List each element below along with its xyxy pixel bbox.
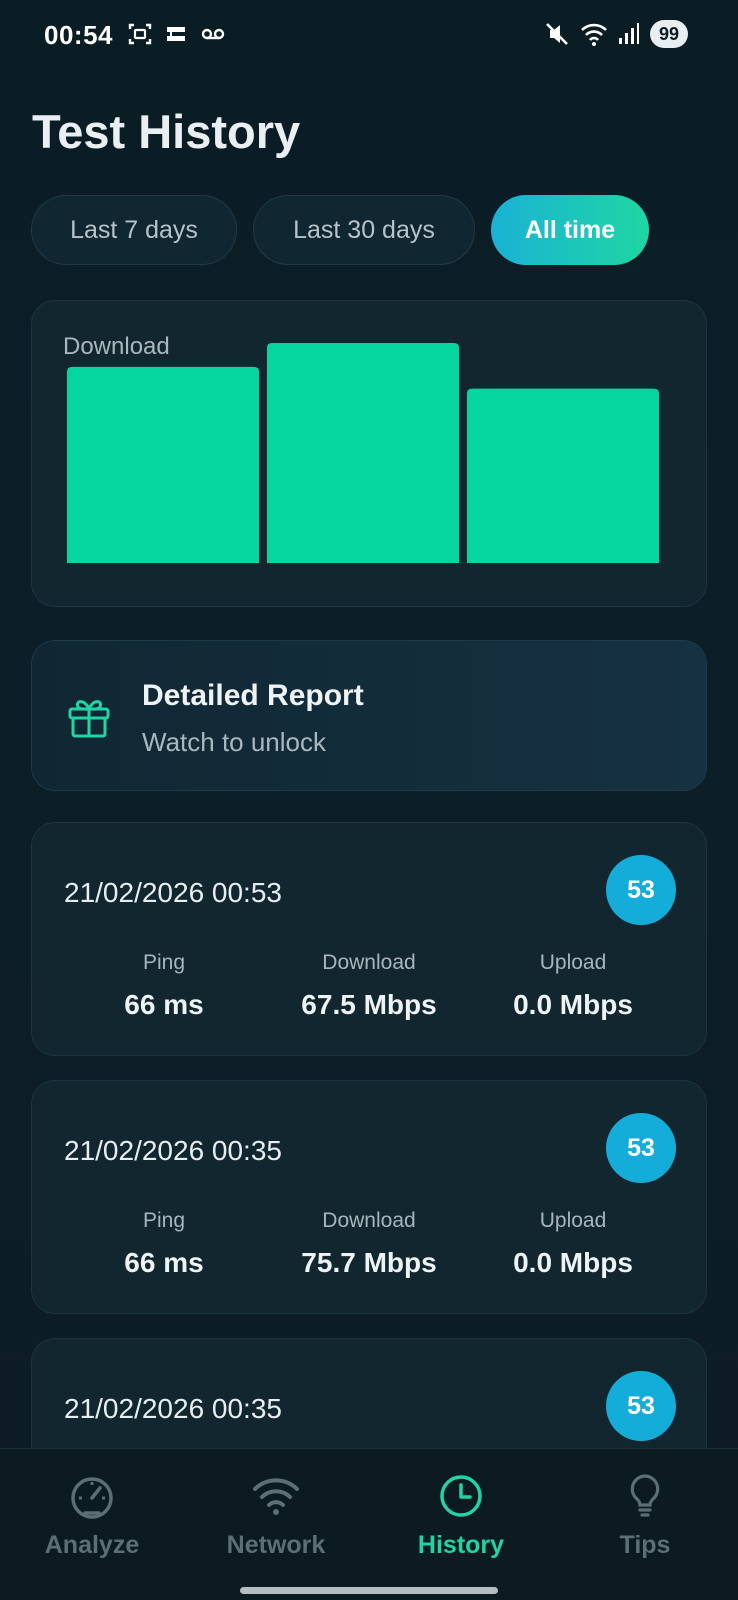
download-chart-card: Download	[31, 300, 707, 607]
entry-date: 21/02/2026 00:35	[64, 1135, 282, 1166]
upload-label: Upload	[539, 1209, 607, 1232]
download-value: 67.5 Mbps	[301, 989, 437, 1020]
status-notification-icons	[128, 22, 226, 46]
nav-label: History	[417, 1531, 505, 1559]
bottom-navigation: Analyze Network History Tips	[0, 1448, 738, 1600]
status-time: 00:54	[44, 20, 113, 50]
download-label: Download	[322, 951, 416, 974]
entry-score-badge: 53	[606, 855, 676, 925]
ping-value: 66 ms	[124, 1247, 204, 1278]
ping-value: 66 ms	[124, 989, 204, 1020]
cell-signal-icon	[618, 23, 639, 44]
lightbulb-icon	[630, 1474, 660, 1517]
report-subtitle: Watch to unlock	[142, 727, 327, 757]
wifi-signal-icon	[581, 23, 607, 46]
filter-last-7-days[interactable]: Last 7 days	[31, 195, 237, 265]
speedometer-icon	[71, 1477, 113, 1519]
screenshot-icon	[128, 23, 152, 45]
entry-date: 21/02/2026 00:53	[64, 877, 282, 908]
download-label: Download	[322, 1209, 416, 1232]
wifi-icon	[253, 1478, 299, 1515]
battery-indicator: 99	[649, 20, 688, 48]
upload-label: Upload	[539, 951, 607, 974]
entry-upload: Upload 0.0 Mbps	[473, 1209, 673, 1279]
page-title: Test History	[32, 105, 301, 158]
entry-download: Download 67.5 Mbps	[269, 951, 469, 1021]
status-system-icons: 99	[544, 20, 688, 48]
chart-title: Download	[63, 333, 170, 360]
entry-upload: Upload 0.0 Mbps	[473, 951, 673, 1021]
entry-date: 21/02/2026 00:35	[64, 1393, 282, 1424]
upload-value: 0.0 Mbps	[513, 1247, 633, 1278]
entry-score-badge: 53	[606, 1371, 676, 1441]
gift-icon	[68, 700, 110, 738]
history-entry[interactable]: 21/02/2026 00:35 53 Ping 66 ms Download …	[31, 1080, 707, 1314]
voicemail-icon	[201, 28, 225, 40]
ping-label: Ping	[142, 1209, 186, 1232]
cast-icon	[167, 27, 185, 41]
download-bar	[267, 343, 459, 563]
detailed-report-card[interactable]: Detailed Report Watch to unlock	[31, 640, 707, 791]
ping-label: Ping	[142, 951, 186, 974]
upload-value: 0.0 Mbps	[513, 989, 633, 1020]
nav-network[interactable]: Network	[184, 1471, 368, 1560]
download-bar	[467, 388, 659, 563]
nav-label: Analyze	[44, 1531, 140, 1559]
home-indicator[interactable]	[240, 1587, 498, 1594]
download-bar-chart: Download	[63, 333, 659, 563]
filter-last-30-days[interactable]: Last 30 days	[253, 195, 475, 265]
download-bar	[67, 366, 259, 563]
entry-download: Download 75.7 Mbps	[269, 1209, 469, 1279]
nav-analyze[interactable]: Analyze	[0, 1471, 184, 1560]
nav-history[interactable]: History	[369, 1471, 553, 1560]
entry-score-badge: 53	[606, 1113, 676, 1183]
entry-ping: Ping 66 ms	[64, 951, 264, 1021]
mute-icon	[546, 23, 568, 45]
time-filter-group: Last 7 days Last 30 days All time	[31, 195, 649, 265]
nav-tips[interactable]: Tips	[553, 1471, 737, 1560]
entry-ping: Ping 66 ms	[64, 1209, 264, 1279]
history-entry[interactable]: 21/02/2026 00:53 53 Ping 66 ms Download …	[31, 822, 707, 1056]
nav-label: Tips	[619, 1531, 671, 1559]
report-title: Detailed Report	[142, 679, 364, 712]
clock-icon	[440, 1475, 482, 1517]
filter-all-time[interactable]: All time	[491, 195, 649, 265]
nav-label: Network	[226, 1531, 326, 1559]
status-bar: 00:54 99	[0, 0, 738, 72]
download-value: 75.7 Mbps	[301, 1247, 437, 1278]
